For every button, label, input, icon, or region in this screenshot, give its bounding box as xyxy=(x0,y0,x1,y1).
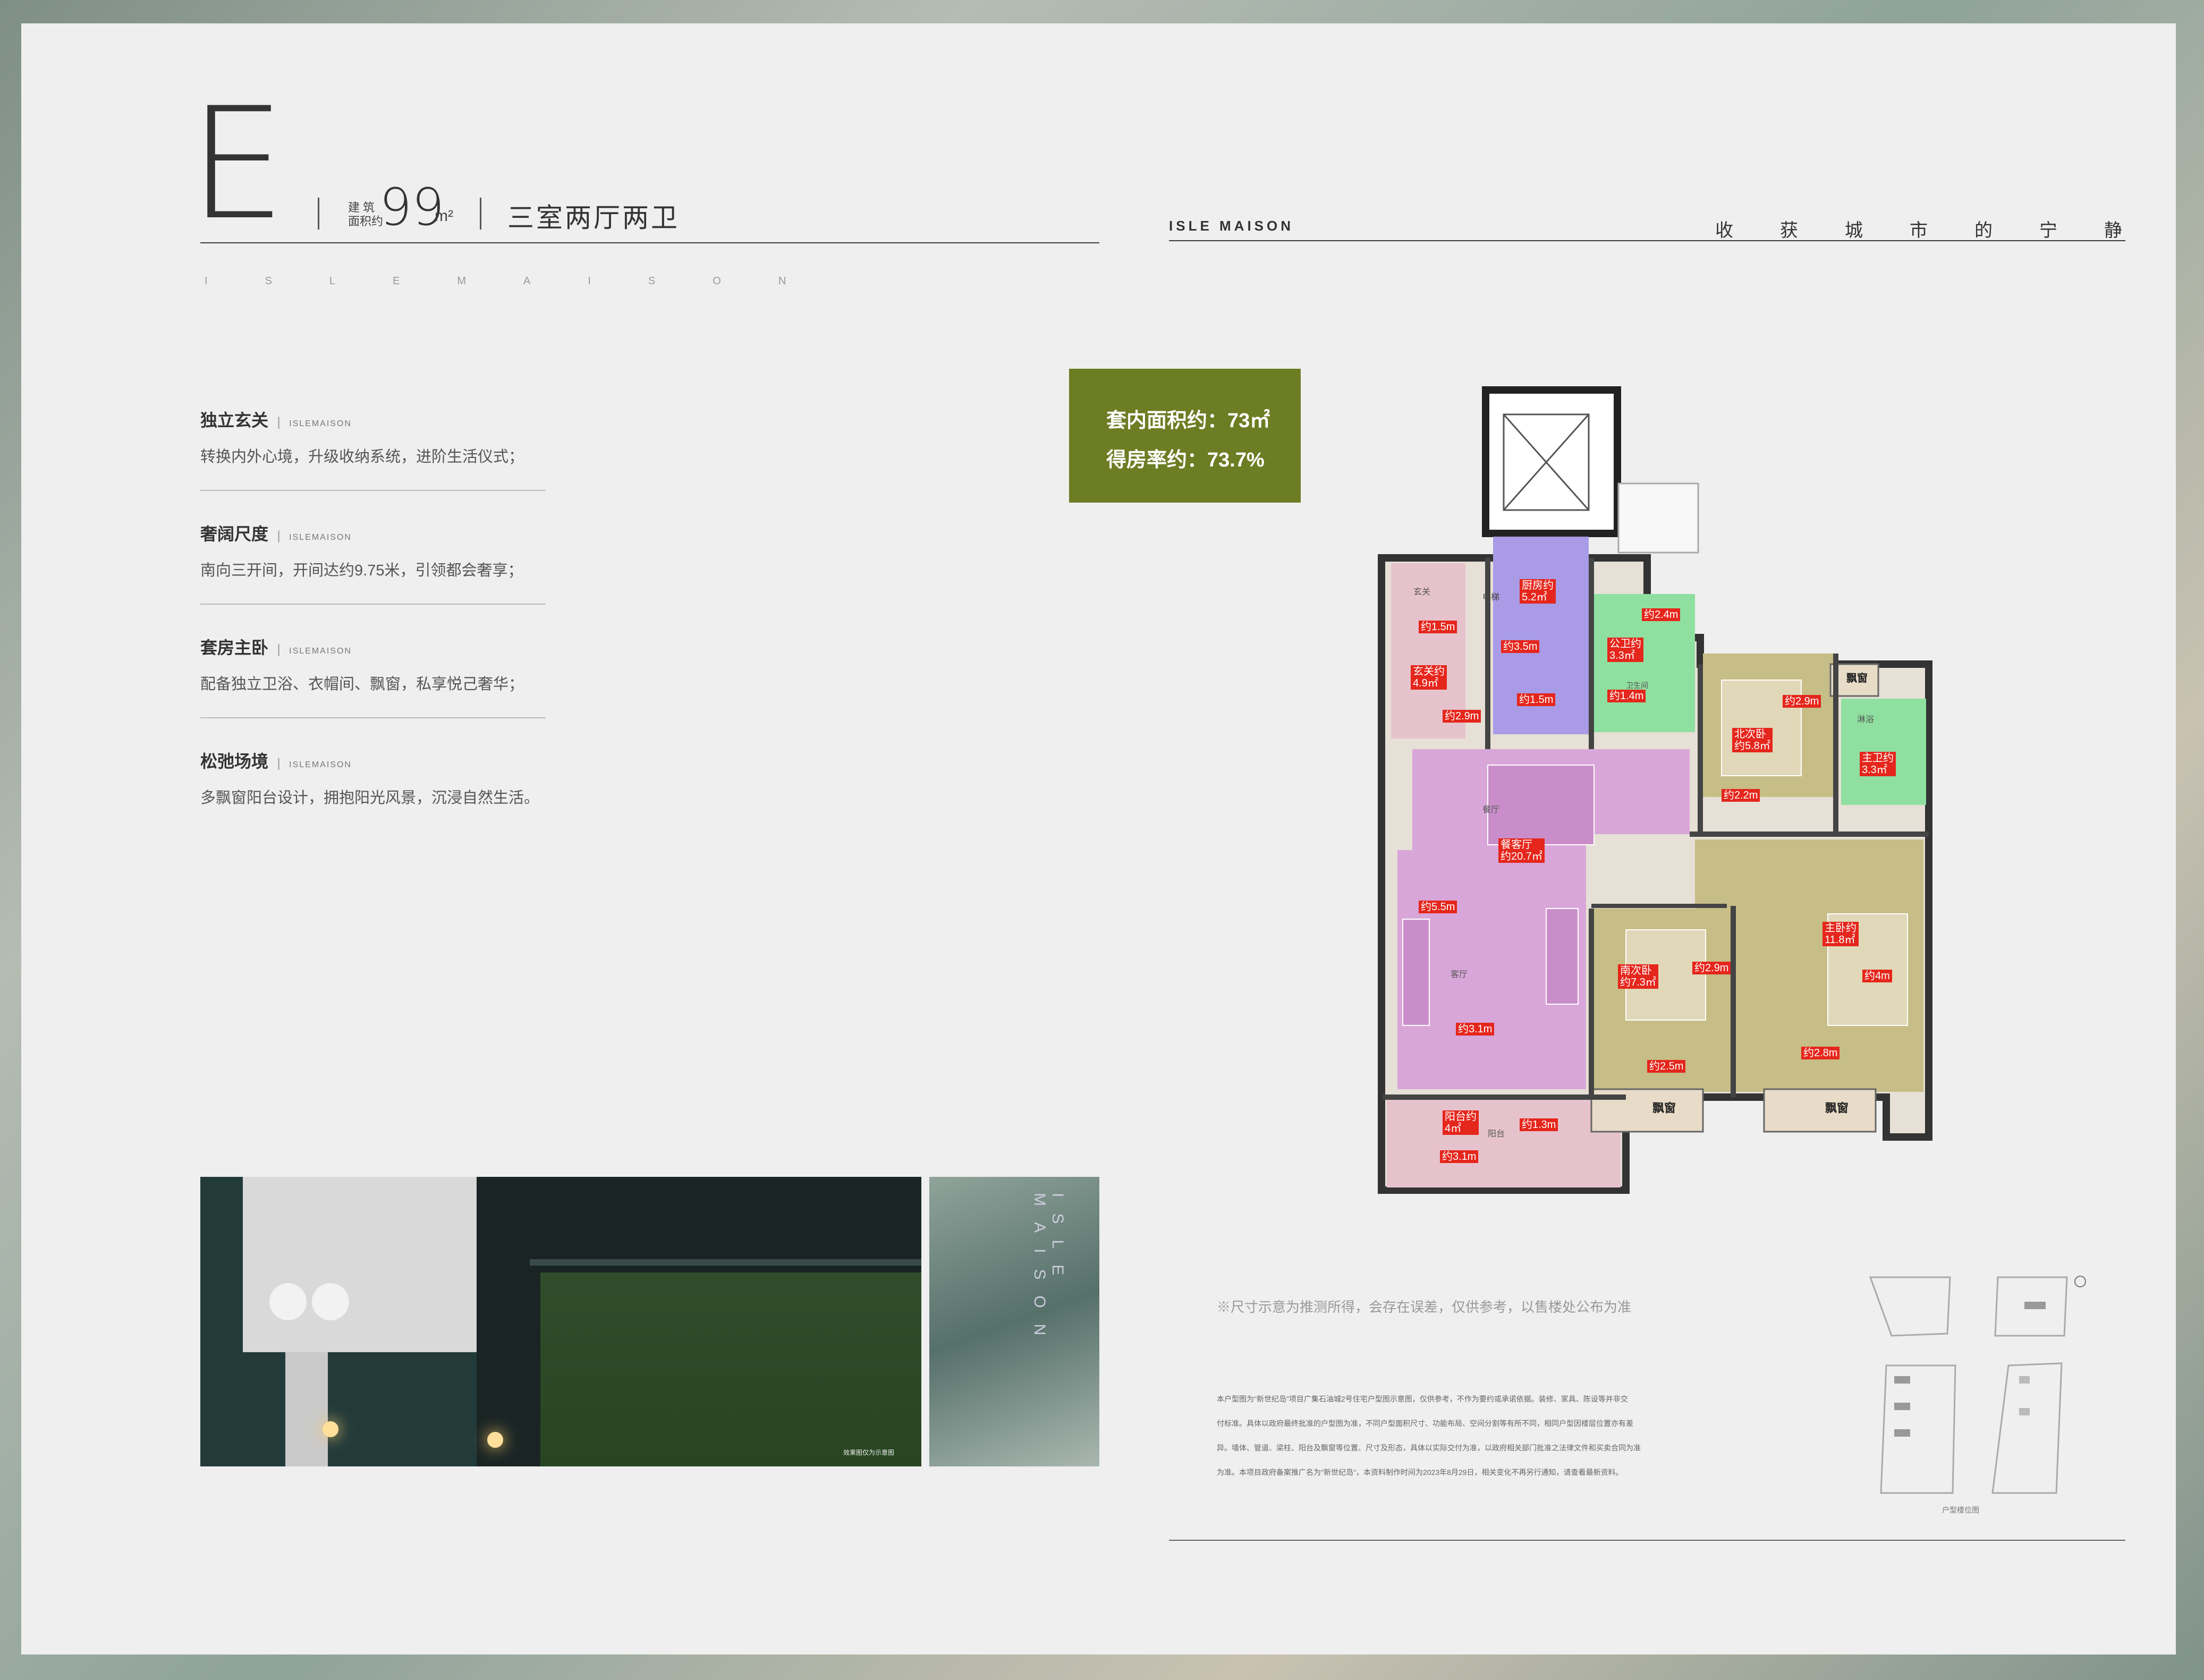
room-tag-master-bath: 主卫约 3.3㎡ xyxy=(1860,752,1896,776)
usage-rate: 得房率约：73.7% xyxy=(1106,449,1265,471)
header-separator xyxy=(318,198,319,230)
room-tag-master-bedroom: 主卧约 11.8㎡ xyxy=(1822,922,1859,946)
feature-title: 松弛场境 xyxy=(200,752,269,771)
dim-tag: 约2.4m xyxy=(1642,608,1681,621)
label-elevator: 电梯 xyxy=(1482,593,1500,602)
dim-tag: 约1.3m xyxy=(1520,1118,1558,1131)
room-tag-south-bedroom: 南次卧 约7.3㎡ xyxy=(1618,964,1658,989)
photo-caption: 效果图仅为示意图 xyxy=(843,1449,895,1456)
room-tag-entry: 玄关约 4.9㎡ xyxy=(1411,665,1447,690)
feature-subtitle: ISLEMAISON xyxy=(289,419,352,428)
feature-divider xyxy=(200,604,546,605)
feature-item: 独立玄关 | ISLEMAISON 转换内外心境，升级收纳系统，进阶生活仪式； xyxy=(200,411,524,465)
disclaimer: ※尺寸示意为推测所得，会存在误差，仅供参考，以售楼处公布为准 xyxy=(1217,1299,1632,1315)
room-tag-balcony: 阳台约 4㎡ xyxy=(1443,1110,1479,1135)
feature-subtitle: ISLEMAISON xyxy=(289,533,352,542)
dim-tag: 约1.4m xyxy=(1607,690,1646,702)
fine-print-line: 异。墙体、管道、梁柱、阳台及飘窗等位置、尺寸及形态，具体以实际交付为准，以政府相… xyxy=(1217,1444,1641,1452)
feature-desc: 南向三开间，开间达约9.75米，引领都会奢享； xyxy=(200,562,523,579)
room-tag-living-dining: 餐客厅 约20.7㎡ xyxy=(1498,838,1545,863)
brand-name: ISLE MAISON xyxy=(1169,218,1294,234)
vertical-brand: ISLE MAISON xyxy=(1031,1193,1066,1352)
floor-plan-labels: 电梯 玄关 餐厅 客厅 阳台 卫生间 淋浴 飘窗 飘窗 飘窗 玄关约 4.9㎡ … xyxy=(1350,383,1950,1201)
header-rule-right xyxy=(1169,240,2125,241)
label-dining: 餐厅 xyxy=(1482,805,1500,814)
room-tag-public-bath: 公卫约 3.3㎡ xyxy=(1607,638,1643,662)
feature-item: 奢阔尺度 | ISLEMAISON 南向三开间，开间达约9.75米，引领都会奢享… xyxy=(200,524,523,579)
feature-desc: 配备独立卫浴、衣帽间、飘窗，私享悦己奢华； xyxy=(200,676,524,693)
dim-tag: 约2.2m xyxy=(1722,789,1760,802)
label-living: 客厅 xyxy=(1451,970,1468,979)
feature-desc: 转换内外心境，升级收纳系统，进阶生活仪式； xyxy=(200,448,524,465)
footer-rule xyxy=(1169,1540,2125,1541)
feature-item: 松弛场境 | ISLEMAISON 多飘窗阳台设计，拥抱阳光风景，沉浸自然生活。 xyxy=(200,752,540,807)
key-plan xyxy=(1869,1276,2086,1494)
dim-tag: 约2.8m xyxy=(1801,1047,1840,1059)
dim-tag: 约2.9m xyxy=(1443,710,1481,723)
area-label-line2: 面积约 xyxy=(348,215,384,228)
label-bay-window: 飘窗 xyxy=(1652,1101,1676,1115)
area-label-line1: 建 筑 xyxy=(348,201,375,214)
dim-tag: 约2.9m xyxy=(1692,962,1731,974)
dim-tag: 约1.5m xyxy=(1517,693,1556,706)
feature-title: 套房主卧 xyxy=(200,638,269,657)
area-unit: m² xyxy=(435,207,453,225)
room-tag-north-bedroom: 北次卧 约5.8㎡ xyxy=(1732,728,1773,752)
feature-divider xyxy=(200,717,546,718)
feature-title: 独立玄关 xyxy=(200,411,269,430)
keyplan-label: 户型楼位图 xyxy=(1942,1506,1979,1514)
slogan: 收获城市的宁静 xyxy=(1715,220,2169,241)
inner-area: 套内面积约：73㎡ xyxy=(1106,410,1270,432)
feature-divider xyxy=(200,490,546,491)
room-tag-kitchen: 厨房约 5.2㎡ xyxy=(1520,579,1556,604)
label-bath: 淋浴 xyxy=(1857,715,1875,724)
feature-title: 奢阔尺度 xyxy=(200,524,269,544)
label-bay-window: 飘窗 xyxy=(1846,673,1868,684)
header-separator-2 xyxy=(480,198,481,230)
dim-tag: 约5.5m xyxy=(1419,901,1457,913)
feature-subtitle: ISLEMAISON xyxy=(289,647,352,656)
fine-print-line: 付标准。具体以政府最终批准的户型图为准，不同户型面积尺寸、功能布局、空间分割等有… xyxy=(1217,1419,1633,1428)
fine-print-line: 为准。本项目政府备案推广名为"新世纪岛"，本资料制作时间为2023年8月29日，… xyxy=(1217,1468,1623,1477)
feature-subtitle: ISLEMAISON xyxy=(289,760,352,769)
feature-item: 套房主卧 | ISLEMAISON 配备独立卫浴、衣帽间、飘窗，私享悦己奢华； xyxy=(200,638,524,693)
header-rule-left xyxy=(200,242,1099,243)
label-bay-window: 飘窗 xyxy=(1825,1101,1849,1115)
dim-tag: 约2.9m xyxy=(1783,695,1821,708)
label-wash: 卫生间 xyxy=(1626,681,1648,690)
label-balcony: 阳台 xyxy=(1488,1130,1505,1139)
dim-tag: 约3.1m xyxy=(1456,1023,1495,1036)
dim-tag: 约4m xyxy=(1862,970,1892,982)
area-summary-box: 套内面积约：73㎡ 得房率约：73.7% xyxy=(1069,369,1301,503)
dim-tag: 约3.1m xyxy=(1440,1150,1479,1163)
fine-print-line: 本户型图为"新世纪岛"项目广集石油城2号住宅户型图示意图，仅供参考，不作为要约或… xyxy=(1217,1395,1628,1403)
dim-tag: 约1.5m xyxy=(1419,621,1457,633)
unit-type-letter: E xyxy=(189,75,286,254)
texture-panel: ISLE MAISON xyxy=(929,1177,1099,1466)
label-entry: 玄关 xyxy=(1413,588,1431,597)
aerial-photo: 效果图仅为示意图 xyxy=(200,1177,921,1466)
spaced-brand: ISLEMAISON xyxy=(205,275,844,287)
feature-desc: 多飘窗阳台设计，拥抱阳光风景，沉浸自然生活。 xyxy=(200,790,540,807)
fine-print: 本户型图为"新世纪岛"项目广集石油城2号住宅户型图示意图，仅供参考，不作为要约或… xyxy=(1217,1387,1780,1484)
dim-tag: 约3.5m xyxy=(1501,640,1540,653)
layout-title: 三室两厅两卫 xyxy=(507,203,680,233)
dim-tag: 约2.5m xyxy=(1647,1060,1686,1073)
